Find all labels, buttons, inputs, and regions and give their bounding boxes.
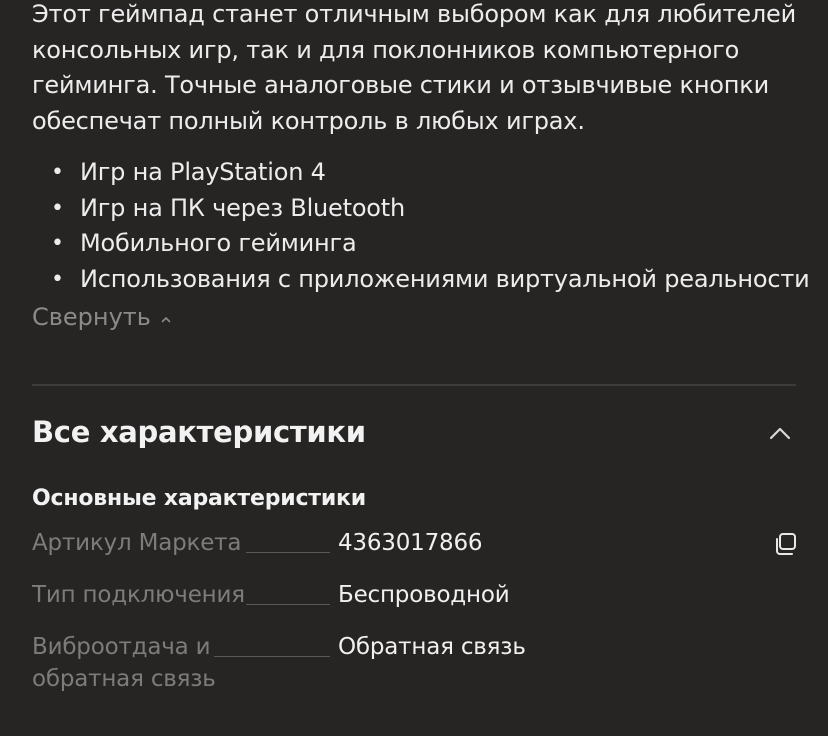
spec-value: Обратная связь: [338, 634, 526, 660]
list-item: • Игр на ПК через Bluetooth: [32, 191, 810, 227]
spec-leader-line: [246, 604, 330, 605]
spec-label: Артикул Маркета: [32, 530, 242, 556]
use-case-list: • Игр на PlayStation 4 • Игр на ПК через…: [32, 155, 810, 297]
chevron-up-icon: [161, 316, 171, 322]
chevron-up-icon: [769, 427, 791, 440]
spec-value: 4363017866: [338, 530, 483, 556]
list-item-text: Мобильного гейминга: [80, 229, 357, 257]
copy-icon[interactable]: [772, 531, 798, 557]
all-specs-title: Все характеристики: [32, 415, 366, 449]
bullet-icon: •: [51, 231, 64, 256]
section-divider: [32, 384, 796, 386]
product-description: Этот геймпад станет отличным выбором как…: [32, 0, 796, 135]
bullet-icon: •: [51, 266, 64, 292]
spec-label: Тип подключения: [32, 582, 245, 608]
collapse-label: Свернуть: [32, 303, 151, 331]
bullet-icon: •: [51, 195, 64, 221]
toggle-specs-button[interactable]: [760, 418, 800, 450]
spec-leader-line: [246, 552, 330, 553]
list-item-text: Игр на PlayStation 4: [80, 158, 326, 186]
list-item-text: Игр на ПК через Bluetooth: [80, 193, 406, 222]
list-item: • Использования с приложениями виртуальн…: [32, 262, 810, 298]
collapse-description-button[interactable]: Свернуть: [32, 300, 171, 335]
list-item: • Мобильного гейминга: [32, 226, 810, 262]
list-item-text: Использования с приложениями виртуальной…: [80, 264, 810, 293]
bullet-icon: •: [51, 160, 64, 185]
spec-value: Беспроводной: [338, 582, 510, 608]
spec-leader-line: [214, 656, 330, 657]
main-specs-title: Основные характеристики: [32, 486, 367, 511]
list-item: • Игр на PlayStation 4: [32, 155, 810, 191]
spec-label: Виброотдача и обратная связь: [32, 634, 216, 692]
